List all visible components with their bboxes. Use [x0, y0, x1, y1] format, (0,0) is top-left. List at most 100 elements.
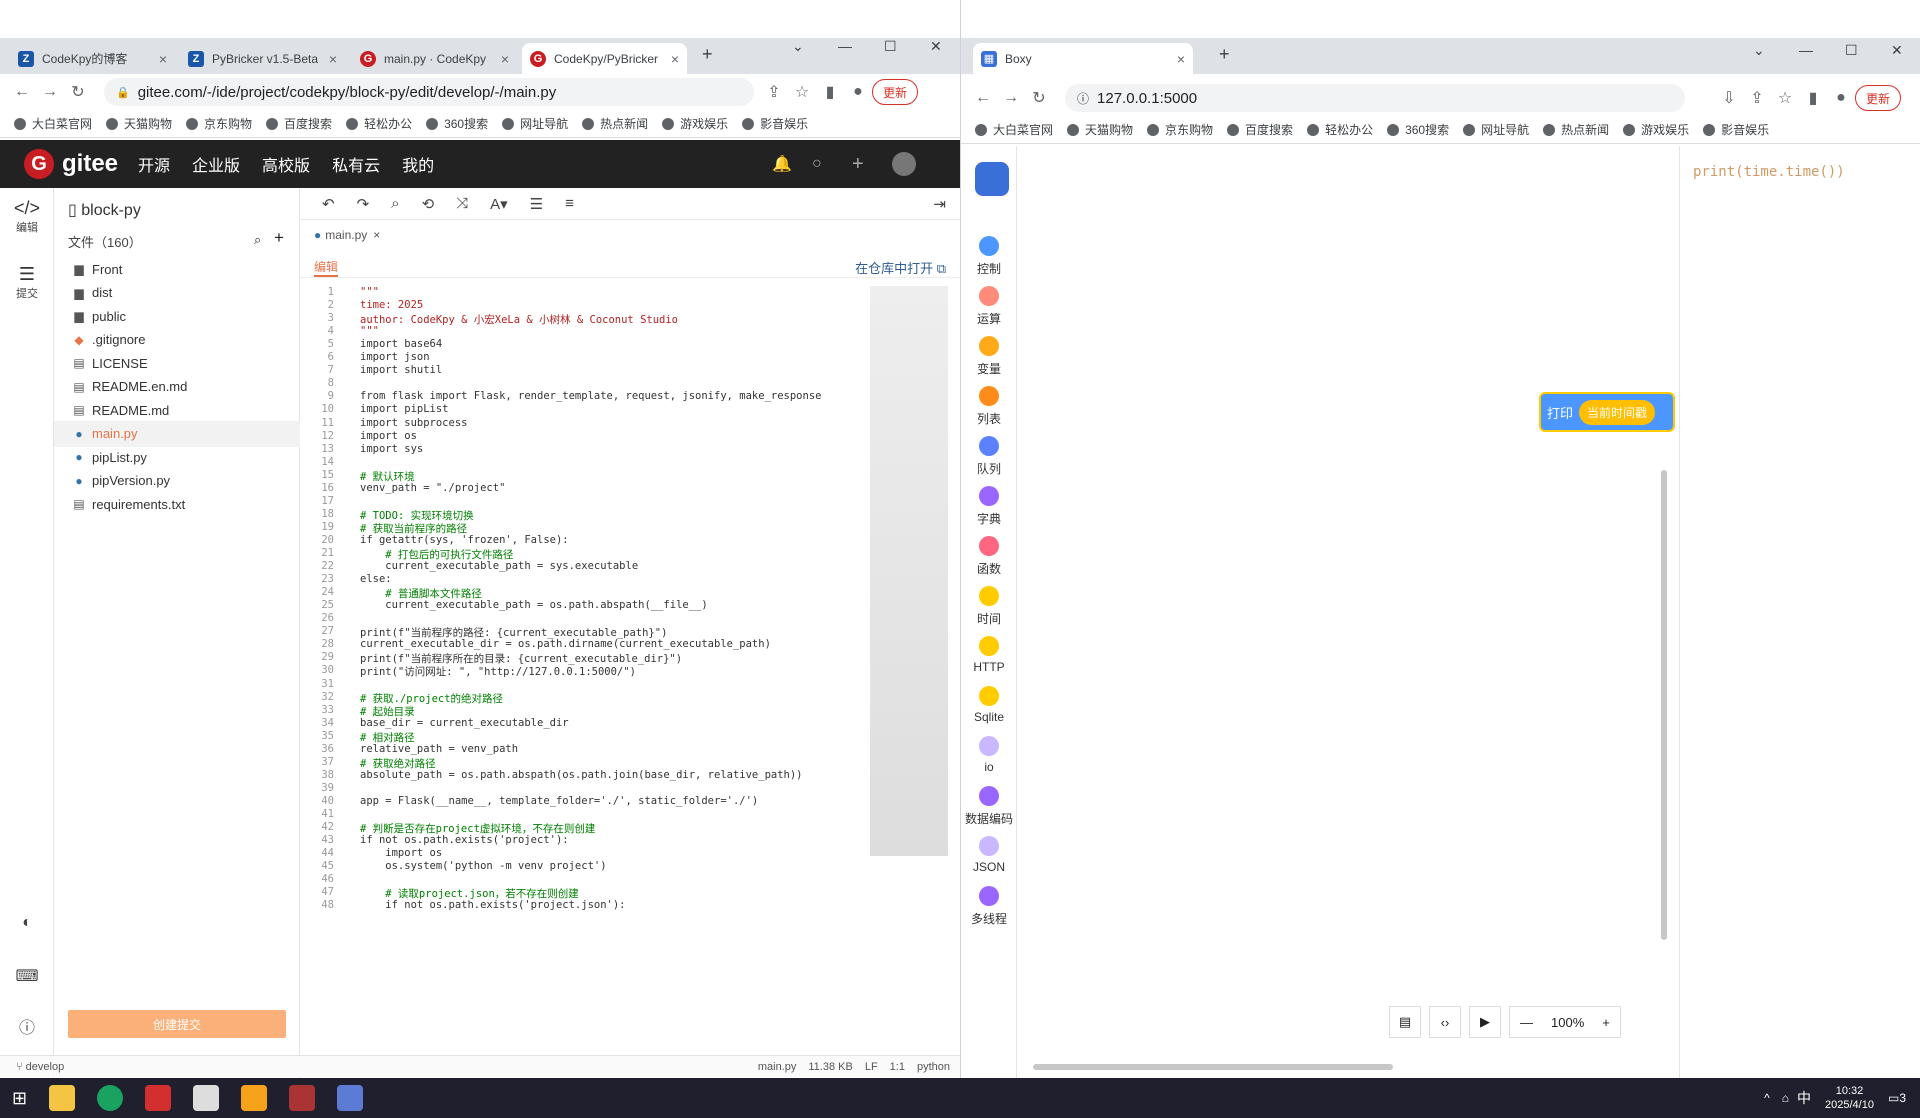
- category-6[interactable]: 函数: [961, 536, 1017, 577]
- edit-tab[interactable]: 编辑: [314, 258, 339, 277]
- close-icon[interactable]: ×: [1177, 51, 1185, 67]
- nav-open-source[interactable]: 开源: [138, 152, 170, 176]
- zoom-in-icon[interactable]: +: [1602, 1015, 1610, 1030]
- gitee-logo-icon[interactable]: G: [24, 149, 54, 179]
- tab-codekpy-pybricker[interactable]: G CodeKpy/PyBricker ×: [522, 43, 687, 74]
- tab-main-py[interactable]: Gmain.py · CodeKpy ×: [352, 43, 517, 74]
- photo-icon[interactable]: [337, 1085, 364, 1111]
- share-icon[interactable]: ⇪: [760, 82, 788, 102]
- minimap[interactable]: [870, 286, 948, 856]
- forward-icon[interactable]: →: [997, 89, 1025, 107]
- bookmark-item[interactable]: 百度搜索: [266, 115, 332, 132]
- close-icon[interactable]: ×: [329, 51, 337, 67]
- file-item[interactable]: ● main.py: [54, 420, 300, 447]
- bookmark-item[interactable]: 大白菜官网: [14, 115, 92, 132]
- share-icon[interactable]: ⇪: [1743, 88, 1771, 108]
- shuffle-icon[interactable]: ⤨: [456, 195, 468, 212]
- bulb-icon[interactable]: ○: [812, 155, 822, 173]
- profile-icon[interactable]: ●: [844, 83, 872, 101]
- category-12[interactable]: JSON: [961, 836, 1017, 874]
- bell-icon[interactable]: 🔔: [772, 154, 792, 174]
- bookmark-item[interactable]: 360搜索: [1387, 121, 1449, 138]
- create-commit-button[interactable]: 创建提交: [68, 1010, 286, 1038]
- open-in-repo-link[interactable]: 在仓库中打开 ⧉: [855, 258, 946, 277]
- undo-icon[interactable]: ↶: [322, 195, 335, 213]
- star-icon[interactable]: ☆: [788, 82, 816, 102]
- editor-tab[interactable]: ● main.py ×: [314, 228, 380, 242]
- update-button[interactable]: 更新: [1855, 85, 1902, 111]
- wrap-icon[interactable]: ≡: [565, 195, 574, 212]
- file-item[interactable]: ▆ Front: [54, 256, 300, 282]
- tab-pybricker[interactable]: Z PyBricker v1.5-Beta ×: [180, 43, 345, 74]
- ime-label[interactable]: 中: [1797, 1088, 1811, 1108]
- install-icon[interactable]: ⇩: [1715, 88, 1743, 108]
- file-item[interactable]: ▤ README.en.md: [54, 374, 300, 400]
- address-bar[interactable]: ⓘ 127.0.0.1:5000: [1065, 84, 1685, 112]
- file-item[interactable]: ▆ dist: [54, 280, 300, 306]
- category-11[interactable]: 数据编码: [961, 786, 1017, 827]
- category-10[interactable]: io: [961, 736, 1017, 774]
- new-tab-button[interactable]: +: [702, 44, 713, 65]
- archive-icon[interactable]: [289, 1085, 316, 1111]
- keyboard-icon[interactable]: ⌨: [0, 966, 54, 986]
- file-item[interactable]: ◆ .gitignore: [54, 327, 300, 353]
- tab-search-icon[interactable]: ⌄: [1753, 42, 1765, 59]
- sidepanel-icon[interactable]: ▮: [1799, 88, 1827, 108]
- replace-icon[interactable]: ⟲: [422, 195, 435, 213]
- rail-edit[interactable]: </> 编辑: [0, 198, 54, 235]
- palette-icon[interactable]: ◐: [0, 914, 54, 932]
- back-icon[interactable]: ←: [8, 83, 36, 101]
- print-block[interactable]: 打印 当前时间戳: [1539, 392, 1675, 432]
- address-bar[interactable]: 🔒 gitee.com/-/ide/project/codekpy/block-p…: [104, 78, 754, 106]
- bookmark-item[interactable]: 轻松办公: [1307, 121, 1373, 138]
- timestamp-block[interactable]: 当前时间戳: [1579, 399, 1656, 425]
- star-icon[interactable]: ☆: [1771, 88, 1799, 108]
- back-icon[interactable]: ←: [969, 89, 997, 107]
- category-3[interactable]: 列表: [961, 386, 1017, 427]
- maximize-icon[interactable]: ☐: [1845, 42, 1858, 59]
- splitter[interactable]: [1679, 146, 1680, 1078]
- layout-icon[interactable]: ▤: [1389, 1006, 1421, 1038]
- bookmark-item[interactable]: 游戏娱乐: [1623, 121, 1689, 138]
- maximize-icon[interactable]: ☐: [884, 38, 897, 55]
- category-8[interactable]: HTTP: [961, 636, 1017, 674]
- rail-commit[interactable]: ☰ 提交: [0, 264, 54, 301]
- category-13[interactable]: 多线程: [961, 886, 1017, 927]
- bookmark-item[interactable]: 网址导航: [502, 115, 568, 132]
- nav-private-cloud[interactable]: 私有云: [332, 152, 380, 176]
- plus-icon[interactable]: +: [852, 153, 864, 176]
- file-item[interactable]: ▆ public: [54, 303, 300, 329]
- forward-icon[interactable]: →: [36, 83, 64, 101]
- nav-university[interactable]: 高校版: [262, 152, 310, 176]
- network-icon[interactable]: ⌂: [1782, 1091, 1789, 1105]
- add-file-icon[interactable]: +: [274, 228, 284, 248]
- bookmark-item[interactable]: 影音娱乐: [742, 115, 808, 132]
- bookmark-item[interactable]: 百度搜索: [1227, 121, 1293, 138]
- bookmark-item[interactable]: 天猫购物: [106, 115, 172, 132]
- file-item[interactable]: ● pipList.py: [54, 444, 300, 470]
- category-7[interactable]: 时间: [961, 586, 1017, 627]
- close-icon[interactable]: ×: [501, 51, 509, 67]
- bookmark-item[interactable]: 京东购物: [1147, 121, 1213, 138]
- avatar[interactable]: [892, 152, 916, 176]
- clock[interactable]: 10:32 2025/4/10: [1825, 1084, 1874, 1112]
- reload-icon[interactable]: ↻: [64, 82, 92, 102]
- bookmark-item[interactable]: 大白菜官网: [975, 121, 1053, 138]
- info-icon[interactable]: ⓘ: [0, 1014, 54, 1038]
- explorer-icon[interactable]: [49, 1085, 76, 1111]
- sidepanel-icon[interactable]: ▮: [816, 82, 844, 102]
- run-icon[interactable]: ▶: [1469, 1006, 1501, 1038]
- tray-chevron-icon[interactable]: ^: [1764, 1091, 1770, 1105]
- close-icon[interactable]: ×: [671, 51, 679, 67]
- bookmark-item[interactable]: 热点新闻: [1543, 121, 1609, 138]
- bookmark-item[interactable]: 热点新闻: [582, 115, 648, 132]
- tab-search-icon[interactable]: ⌄: [792, 38, 804, 55]
- new-tab-button[interactable]: +: [1219, 44, 1230, 65]
- list-icon[interactable]: ☰: [530, 195, 543, 213]
- chrome-icon[interactable]: [97, 1085, 124, 1111]
- file-item[interactable]: ● pipVersion.py: [54, 468, 300, 494]
- category-1[interactable]: 运算: [961, 286, 1017, 327]
- category-0[interactable]: 控制: [961, 236, 1017, 277]
- bookmark-item[interactable]: 网址导航: [1463, 121, 1529, 138]
- zoom-out-icon[interactable]: —: [1520, 1015, 1533, 1030]
